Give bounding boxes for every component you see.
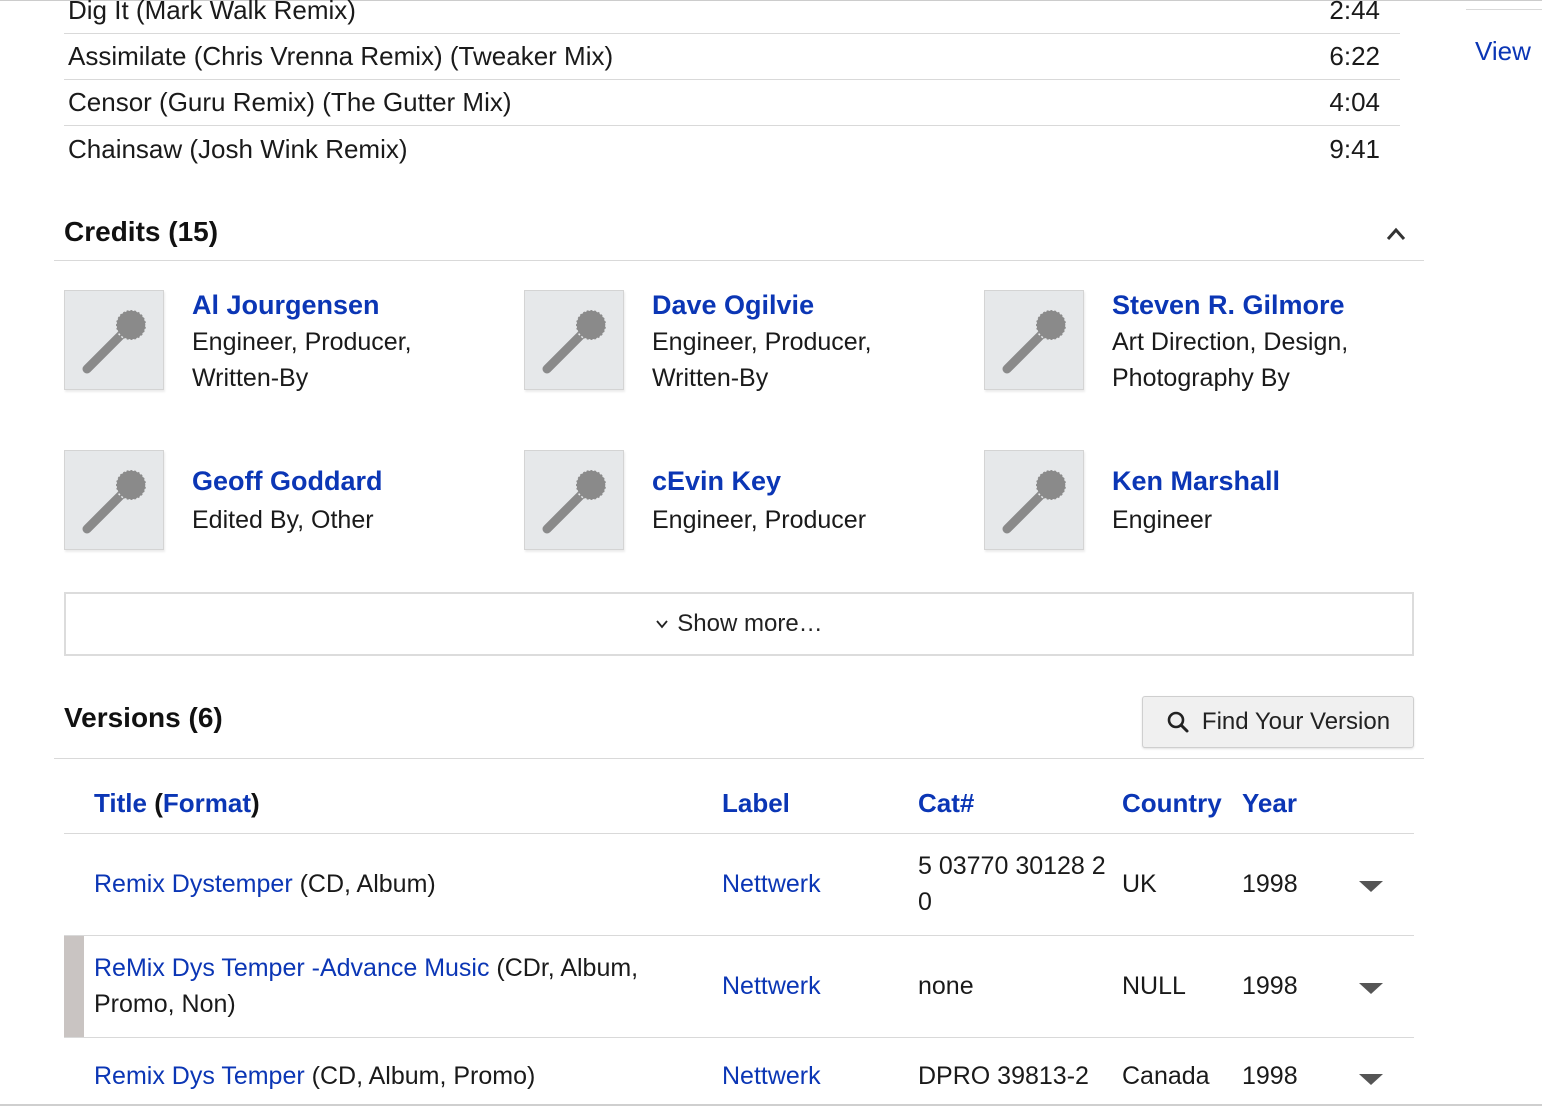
sort-title-link[interactable]: Title bbox=[94, 788, 147, 818]
tracklist: Dig It (Mark Walk Remix) 2:44 Assimilate… bbox=[64, 0, 1400, 172]
version-title-link[interactable]: Remix Dystemper bbox=[94, 870, 293, 898]
track-duration: 2:44 bbox=[1329, 0, 1380, 25]
track-duration: 9:41 bbox=[1329, 133, 1380, 164]
table-row: Remix Dys Temper (CD, Album, Promo) Nett… bbox=[64, 1038, 1414, 1106]
track-title: Chainsaw (Josh Wink Remix) bbox=[68, 133, 408, 164]
credit-name-link[interactable]: Steven R. Gilmore bbox=[1112, 290, 1345, 321]
credit-item: Al Jourgensen Engineer, Producer, Writte… bbox=[64, 290, 504, 410]
versions-table-header: Title (Format) Label Cat# Country Year bbox=[64, 772, 1414, 834]
credit-item: Dave Ogilvie Engineer, Producer, Written… bbox=[524, 290, 964, 410]
track-title: Assimilate (Chris Vrenna Remix) (Tweaker… bbox=[68, 41, 614, 71]
version-year: 1998 bbox=[1242, 972, 1298, 1000]
credits-title: Credits (15) bbox=[64, 216, 219, 247]
sort-year-link[interactable]: Year bbox=[1242, 788, 1297, 819]
credit-roles: Edited By, Other bbox=[192, 506, 374, 534]
credit-item: Ken Marshall Engineer bbox=[984, 450, 1424, 570]
credits-header[interactable]: Credits (15) bbox=[54, 200, 1424, 261]
version-title-link[interactable]: Remix Dys Temper bbox=[94, 1062, 305, 1090]
track-duration: 6:22 bbox=[1329, 41, 1380, 71]
microphone-icon bbox=[82, 469, 147, 534]
version-country: NULL bbox=[1122, 972, 1186, 1000]
sort-format-link[interactable]: Format bbox=[163, 788, 251, 818]
track-row: Assimilate (Chris Vrenna Remix) (Tweaker… bbox=[64, 34, 1400, 80]
credit-roles: Engineer, Producer bbox=[652, 506, 867, 534]
side-view-link[interactable]: View bbox=[1475, 36, 1531, 67]
artist-thumbnail[interactable] bbox=[524, 450, 624, 550]
artist-thumbnail[interactable] bbox=[64, 450, 164, 550]
microphone-icon bbox=[1002, 309, 1067, 374]
title-format-header: Title (Format) bbox=[94, 788, 260, 819]
show-more-label: Show more… bbox=[677, 610, 823, 637]
sort-country-link[interactable]: Country bbox=[1122, 788, 1222, 819]
credit-name-link[interactable]: Ken Marshall bbox=[1112, 466, 1280, 497]
artist-thumbnail[interactable] bbox=[524, 290, 624, 390]
version-year: 1998 bbox=[1242, 870, 1298, 898]
track-row: Censor (Guru Remix) (The Gutter Mix) 4:0… bbox=[64, 80, 1400, 126]
credit-name-link[interactable]: Al Jourgensen bbox=[192, 290, 380, 321]
version-year: 1998 bbox=[1242, 1062, 1298, 1090]
version-country: Canada bbox=[1122, 1062, 1210, 1090]
version-title-cell: Remix Dystemper (CD, Album) bbox=[94, 866, 674, 902]
track-title: Censor (Guru Remix) (The Gutter Mix) bbox=[68, 87, 512, 117]
track-row: Dig It (Mark Walk Remix) 2:44 bbox=[64, 0, 1400, 34]
credit-roles: Engineer, Producer, Written-By bbox=[652, 328, 872, 392]
artist-thumbnail[interactable] bbox=[984, 450, 1084, 550]
caret-down-icon[interactable] bbox=[1358, 1072, 1384, 1086]
chevron-down-icon bbox=[656, 620, 668, 629]
search-icon bbox=[1167, 711, 1189, 733]
header-open-paren: ( bbox=[146, 788, 163, 818]
version-title-link[interactable]: ReMix Dys Temper -Advance Music bbox=[94, 954, 489, 982]
version-label-link[interactable]: Nettwerk bbox=[722, 968, 821, 1004]
sort-label-link[interactable]: Label bbox=[722, 788, 790, 819]
track-row: Chainsaw (Josh Wink Remix) 9:41 bbox=[64, 126, 1400, 172]
version-format: (CD, Album, Promo) bbox=[304, 1062, 536, 1090]
versions-title: Versions (6) bbox=[64, 702, 223, 733]
versions-table: Title (Format) Label Cat# Country Year R… bbox=[64, 772, 1414, 1106]
microphone-icon bbox=[82, 309, 147, 374]
row-marker bbox=[64, 936, 84, 1037]
find-your-version-button[interactable]: Find Your Version bbox=[1142, 696, 1414, 748]
credit-name-link[interactable]: Dave Ogilvie bbox=[652, 290, 814, 321]
credit-item: Geoff Goddard Edited By, Other bbox=[64, 450, 504, 570]
version-country: UK bbox=[1122, 870, 1157, 898]
microphone-icon bbox=[1002, 469, 1067, 534]
header-close-paren: ) bbox=[251, 788, 260, 818]
caret-down-icon[interactable] bbox=[1358, 981, 1384, 995]
version-title-cell: ReMix Dys Temper -Advance Music (CDr, Al… bbox=[94, 950, 684, 1022]
artist-thumbnail[interactable] bbox=[64, 290, 164, 390]
microphone-icon bbox=[542, 309, 607, 374]
credit-item: Steven R. Gilmore Art Direction, Design,… bbox=[984, 290, 1424, 410]
table-row: Remix Dystemper (CD, Album) Nettwerk 5 0… bbox=[64, 834, 1414, 936]
version-title-cell: Remix Dys Temper (CD, Album, Promo) bbox=[94, 1058, 684, 1094]
side-divider bbox=[1466, 9, 1542, 10]
track-title: Dig It (Mark Walk Remix) bbox=[68, 0, 356, 25]
table-row: ReMix Dys Temper -Advance Music (CDr, Al… bbox=[64, 936, 1414, 1038]
version-cat: 5 03770 30128 2 0 bbox=[918, 852, 1106, 916]
microphone-icon bbox=[542, 469, 607, 534]
credit-roles: Engineer, Producer, Written-By bbox=[192, 328, 412, 392]
artist-thumbnail[interactable] bbox=[984, 290, 1084, 390]
caret-down-icon[interactable] bbox=[1358, 879, 1384, 893]
find-your-version-label: Find Your Version bbox=[1201, 708, 1391, 735]
credit-roles: Engineer bbox=[1112, 506, 1213, 534]
credit-name-link[interactable]: Geoff Goddard bbox=[192, 466, 383, 497]
version-cat: none bbox=[918, 972, 974, 1000]
credit-roles: Art Direction, Design, Photography By bbox=[1112, 328, 1349, 392]
version-label-link[interactable]: Nettwerk bbox=[722, 1058, 821, 1094]
credit-name-link[interactable]: cEvin Key bbox=[652, 466, 781, 497]
version-label-link[interactable]: Nettwerk bbox=[722, 866, 821, 902]
credit-item: cEvin Key Engineer, Producer bbox=[524, 450, 964, 570]
sort-cat-link[interactable]: Cat# bbox=[918, 788, 974, 819]
track-duration: 4:04 bbox=[1329, 87, 1380, 117]
version-format: (CD, Album) bbox=[292, 870, 436, 898]
chevron-up-icon[interactable] bbox=[1386, 224, 1406, 244]
show-more-button[interactable]: Show more… bbox=[64, 592, 1414, 656]
version-cat: DPRO 39813-2 bbox=[918, 1062, 1089, 1090]
